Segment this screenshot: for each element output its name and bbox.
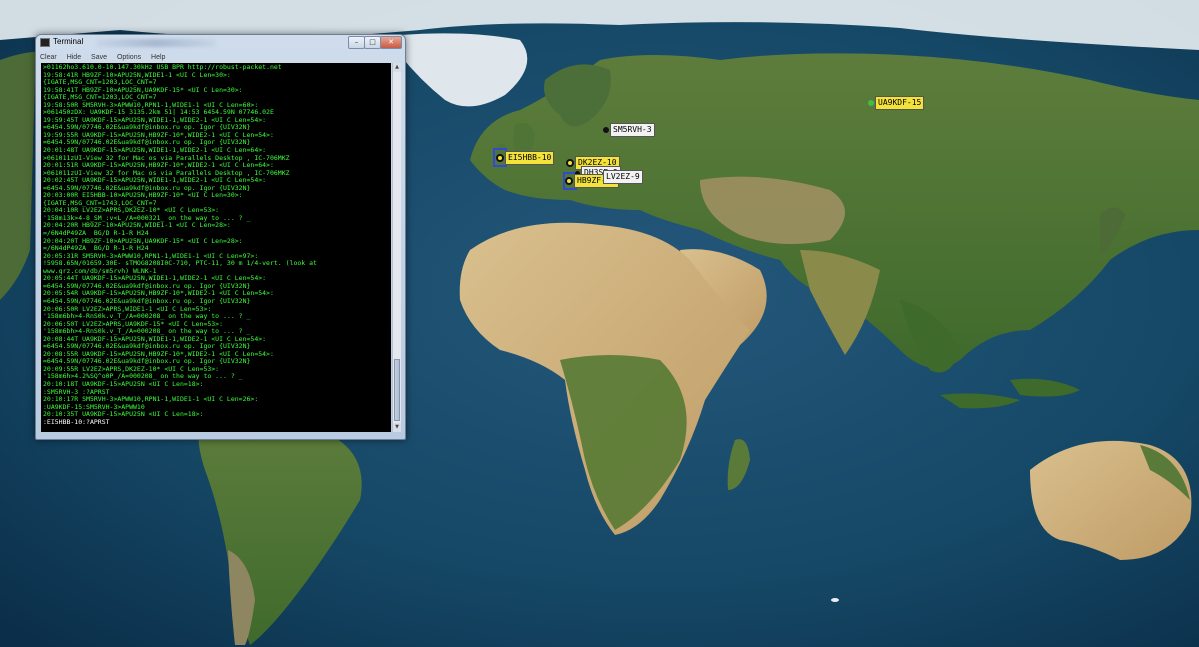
console-line: =6454.59N/07746.02E&ua9kdf@inbox.ru op. … (43, 297, 251, 305)
console-line: 20:02:45T UA9KDF-15>APU25N,WIDE1-1,WIDE2… (43, 177, 267, 185)
console-line: 20:01:51R UA9KDF-15>APU25N,HB9ZF-10*,WID… (43, 162, 274, 170)
console-line: =6454.59N/07746.02E&ua9kdf@inbox.ru op. … (43, 184, 251, 192)
console-line: '158m6bh>4-RnS0k.v_T_/A=000208_ on the w… (43, 328, 251, 336)
station-ei5hbb-icon (496, 154, 504, 162)
station-lv2ez[interactable]: LV2EZ-9 (603, 170, 643, 184)
menu-help[interactable]: Help (151, 54, 165, 61)
terminal-menubar: Clear Hide Save Options Help (40, 52, 401, 63)
console-line: 20:04:20R HB9ZF-10>APU25N,WIDE1-1 <UI C … (43, 222, 231, 230)
console-line: 20:10:35T UA9KDF-15>APU25N <UI C Len=18>… (43, 411, 204, 419)
console-line: =/6N4dP49ZA BG/D R-1-R H24 (43, 230, 149, 238)
console-line: '158m6h>4.2%SQ^o0P_/A=000208_ on the way… (43, 373, 243, 381)
console-line: >01162ho3.610.0-10.147.30kHz USB BPR htt… (43, 64, 282, 71)
station-ua9kdf-label: UA9KDF-15 (875, 96, 925, 110)
station-ua9kdf-icon (868, 100, 874, 106)
menu-options[interactable]: Options (117, 54, 141, 61)
console-line: '158m13k>4-8_SM_:v<L_/A=000321_ on the w… (43, 214, 251, 222)
terminal-titlebar[interactable]: Terminal – □ ✕ (36, 35, 405, 51)
console-line: {IGATE,MSG_CNT=1743,LOC_CNT=7 (43, 199, 157, 207)
console-line: 20:04:10R LV2EZ>APRS,DK2EZ-10* <UI C Len… (43, 207, 220, 215)
console-line: :EI5HBB-10:?APRST (43, 418, 110, 426)
terminal-scrollbar[interactable]: ▲ ▼ (392, 63, 401, 432)
station-hb9zf-icon (565, 177, 573, 185)
console-line: =6454.59N/07746.02E&ua9kdf@inbox.ru op. … (43, 282, 251, 290)
terminal-console[interactable]: >01162ho3.610.0-10.147.30kHz USB BPR htt… (41, 63, 391, 432)
console-line: 20:06:50T LV2EZ>APRS,UA9KDF-15* <UI C Le… (43, 320, 224, 328)
console-line: 19:59:45T UA9KDF-15>APU25N,WIDE1-1,WIDE2… (43, 116, 267, 124)
maximize-button[interactable]: □ (364, 36, 381, 49)
console-line: >061450zDX: UA9KDF-15 3135.2km 51| 14:53… (43, 109, 274, 117)
console-line: 20:01:48T UA9KDF-15>APU25N,WIDE1-1,WIDE2… (43, 147, 267, 155)
console-line: 20:10:17R SM5RVH-3>APWW10,RPN1-1,WIDE1-1… (43, 396, 259, 404)
console-line: 20:09:55R LV2EZ>APRS,DK2EZ-10* <UI C Len… (43, 365, 220, 373)
menu-save[interactable]: Save (91, 54, 107, 61)
console-line: 20:03:00R EI5HBB-10>APU25N,HB9ZF-10* <UI… (43, 192, 243, 200)
console-line: www.qrz.com/db/sm5rvh) WLNK-1 (43, 267, 157, 275)
console-line: 20:04:20T HB9ZF-10>APU25N,UA9KDF-15* <UI… (43, 237, 243, 245)
console-line: 19:58:41T HB9ZF-10>APU25N,UA9KDF-15* <UI… (43, 86, 243, 94)
station-ei5hbb[interactable]: EI5HBB-10 (496, 151, 555, 165)
console-line: '158m6bh>4-RnS0k.v_T_/A=000208_ on the w… (43, 313, 251, 321)
console-line: :UA9KDF-15:SM5RVH-3>APWW10 (43, 403, 145, 411)
console-line: =6454.59N/07746.02E&ua9kdf@inbox.ru op. … (43, 343, 251, 351)
scroll-down-icon[interactable]: ▼ (393, 423, 401, 432)
scroll-thumb[interactable] (394, 359, 400, 421)
console-line: 19:59:55R UA9KDF-15>APU25N,HB9ZF-10*,WID… (43, 131, 274, 139)
station-sm5rvh-icon (603, 127, 609, 133)
console-line: 20:05:31R SM5RVH-3>APWW10,RPN1-1,WIDE1-1… (43, 252, 259, 260)
console-line: =/6N4dP49ZA BG/D R-1-R H24 (43, 245, 149, 253)
console-line: :SM5RVH-3 :?APRST (43, 388, 110, 396)
console-line: 20:06:50R LV2EZ>APRS,WIDE1-1 <UI C Len=5… (43, 305, 212, 313)
minimize-button[interactable]: – (348, 36, 365, 49)
close-button[interactable]: ✕ (380, 36, 402, 49)
console-line: 20:10:18T UA9KDF-15>APU25N <UI C Len=18>… (43, 380, 204, 388)
console-line: 20:05:54R UA9KDF-15>APU25N,HB9ZF-10*,WID… (43, 290, 274, 298)
menu-hide[interactable]: Hide (67, 54, 81, 61)
console-line: =6454.59N/07746.02E&ua9kdf@inbox.ru op. … (43, 358, 251, 366)
console-line: >061011zUI-View 32 for Mac os via Parall… (43, 169, 290, 177)
console-line: 20:08:44T UA9KDF-15>APU25N,WIDE1-1,WIDE2… (43, 335, 267, 343)
console-line: 20:08:55R UA9KDF-15>APU25N,HB9ZF-10*,WID… (43, 350, 274, 358)
console-line: >061011zUI-View 32 for Mac os via Parall… (43, 154, 290, 162)
console-line: !5958.65N/01659.30E- sTMOG8208I0C-710, P… (43, 260, 317, 268)
station-sm5rvh[interactable]: SM5RVH-3 (603, 123, 655, 137)
console-line: {IGATE,MSG_CNT=1203,LOC_CNT=7 (43, 79, 157, 87)
console-line: =6454.59N/07746.02E&ua9kdf@inbox.ru op. … (43, 139, 251, 147)
station-dk2ez-icon (566, 159, 574, 167)
menu-clear[interactable]: Clear (40, 54, 57, 61)
station-ua9kdf[interactable]: UA9KDF-15 (868, 96, 925, 110)
scroll-up-icon[interactable]: ▲ (393, 63, 401, 72)
console-line: 20:05:44T UA9KDF-15>APU25N,WIDE1-1,WIDE2… (43, 275, 267, 283)
console-line: {IGATE,MSG_CNT=1203,LOC_CNT=7 (43, 94, 157, 102)
terminal-window[interactable]: Terminal – □ ✕ Clear Hide Save Options H… (35, 34, 406, 440)
blurred-title-region (96, 39, 216, 47)
terminal-app-icon (40, 38, 50, 47)
station-ei5hbb-label: EI5HBB-10 (505, 151, 555, 165)
station-sm5rvh-label: SM5RVH-3 (610, 123, 655, 137)
console-line: 19:58:41R HB9ZF-10>APU25N,WIDE1-1 <UI C … (43, 71, 231, 79)
console-line: =6454.59N/07746.02E&ua9kdf@inbox.ru op. … (43, 124, 251, 132)
console-line: 19:58:50R SM5RVH-3>APWW10,RPN1-1,WIDE1-1… (43, 101, 259, 109)
terminal-title: Terminal (53, 37, 84, 46)
station-lv2ez-label: LV2EZ-9 (603, 170, 643, 184)
